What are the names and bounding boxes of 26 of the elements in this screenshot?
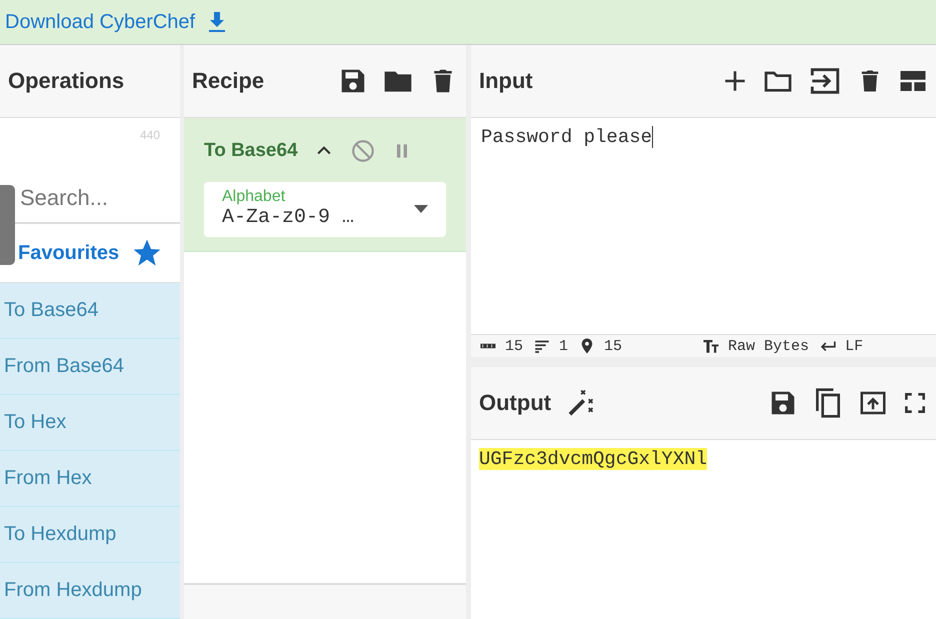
status-value: 1 xyxy=(559,338,568,354)
operation-item[interactable]: From Hexdump xyxy=(0,563,180,619)
panel-title: Input xyxy=(479,68,533,94)
status-value: LF xyxy=(845,338,864,354)
operation-item[interactable]: To Base64 xyxy=(0,283,180,339)
operation-item[interactable]: To Hex xyxy=(0,395,180,451)
panel-title: Recipe xyxy=(192,68,264,94)
panel-title: Output xyxy=(479,390,552,416)
input-text[interactable]: Password please xyxy=(481,126,652,148)
text-size-icon[interactable] xyxy=(702,337,720,355)
status-value: 15 xyxy=(505,338,524,354)
category-title[interactable]: Favourites xyxy=(18,242,120,265)
download-link[interactable]: Download CyberChef xyxy=(5,10,230,34)
search-field[interactable]: Search... xyxy=(18,184,176,212)
sidebar-handle[interactable] xyxy=(0,185,15,265)
operation-name: To Base64 xyxy=(204,140,298,162)
dropdown-arrow-icon xyxy=(414,204,428,212)
operation-item[interactable]: From Base64 xyxy=(0,339,180,395)
status-value: 15 xyxy=(604,338,622,354)
operation-item[interactable]: To Hexdump xyxy=(0,507,180,563)
status-value: Raw Bytes xyxy=(728,338,810,354)
operation-item[interactable]: From Hex xyxy=(0,451,180,507)
output-text: UGFzc3dvcmQgcGxlYXNl xyxy=(479,448,708,470)
fullscreen-icon[interactable] xyxy=(902,390,928,416)
dropdown-field[interactable]: Alphabet A-Za-z0-9 … xyxy=(204,182,446,237)
panel-title: Operations xyxy=(8,68,124,94)
